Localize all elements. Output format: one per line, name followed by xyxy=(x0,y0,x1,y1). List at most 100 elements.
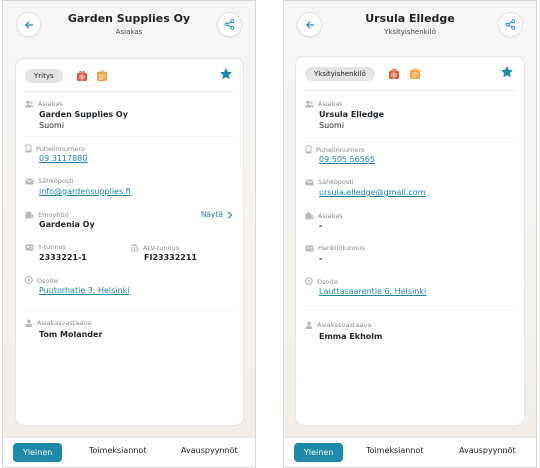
field-label: Puhelinnumero xyxy=(316,145,365,154)
field-label: ALV-tunnus xyxy=(143,243,180,252)
field-label: Asiakas xyxy=(318,100,343,108)
page-title: Garden Supplies Oy xyxy=(67,12,191,25)
field-sahkoposti: Sähköposti info@gardensupplies.fi xyxy=(25,177,234,199)
share-icon xyxy=(224,19,235,30)
id-card-icon xyxy=(25,244,34,250)
account-manager: Emma Ekholm xyxy=(319,332,383,341)
linked-customer: - xyxy=(319,221,323,230)
page-title: Ursula Elledge xyxy=(365,12,455,25)
location-pin-icon xyxy=(25,276,33,284)
building-icon xyxy=(305,212,314,220)
tab-toimeksiannot[interactable]: Toimeksiannot xyxy=(366,446,423,455)
customer-country: Suomi xyxy=(319,121,345,130)
phone-icon xyxy=(305,145,312,154)
tab-yleinen[interactable]: Yleinen xyxy=(294,443,344,462)
field-emoyhtio: Emoyhtiö Gardenia Oy Näytä xyxy=(25,210,234,232)
share-button[interactable] xyxy=(217,12,242,37)
tab-avauspyynnot[interactable]: Avauspyynnöt xyxy=(459,446,516,455)
field-puhelinnumero: Puhelinnumero 09 505 56565 xyxy=(305,145,515,167)
back-button[interactable] xyxy=(297,12,322,37)
field-label: Asiakasvastaava xyxy=(37,319,92,327)
field-osoite: Osoite Puutorhatie 3, Helsinki xyxy=(25,276,234,298)
bank-icon xyxy=(130,243,139,252)
field-osoite: Osoite Lauttasaarentie 6, Helsinki xyxy=(305,277,515,299)
divider xyxy=(305,310,515,311)
business-id: 2333221-1 xyxy=(39,253,87,262)
share-button[interactable] xyxy=(498,12,523,37)
field-label: Asiakasvastaava xyxy=(317,321,372,329)
person-icon xyxy=(305,321,313,329)
address-link[interactable]: Lauttasaarentie 6, Helsinki xyxy=(319,287,426,296)
field-label: Emoyhtiö xyxy=(38,210,69,219)
people-icon xyxy=(305,100,314,108)
type-badge: Yksityishenkilö xyxy=(305,67,375,81)
customer-card: Yksityishenkilö Asiakas Ursula Elledge S… xyxy=(295,56,525,426)
parent-company: Gardenia Oy xyxy=(39,220,95,229)
personal-id: - xyxy=(319,254,323,263)
show-parent-link[interactable]: Näytä xyxy=(201,210,234,219)
field-label: Puhelinnumero xyxy=(36,144,85,153)
back-arrow-icon xyxy=(305,21,314,28)
phone-link[interactable]: 09 3117880 xyxy=(39,154,87,163)
field-alv-tunnus: ALV-tunnus FI23332211 xyxy=(130,243,234,265)
bottom-tab-bar: Yleinen Toimeksiannot Avauspyynnöt xyxy=(3,437,255,467)
field-asiakasvastaava: Asiakasvastaava Tom Molander xyxy=(25,319,234,341)
gift-badge-icon xyxy=(77,71,87,81)
tab-avauspyynnot[interactable]: Avauspyynnöt xyxy=(181,446,238,455)
field-ytunnus: Y-tunnus 2333221-1 xyxy=(25,243,125,265)
divider xyxy=(25,91,234,92)
email-link[interactable]: ursula.elledge@gmail.com xyxy=(319,188,425,197)
account-manager: Tom Molander xyxy=(39,330,103,339)
bottom-tab-bar: Yleinen Toimeksiannot Avauspyynnöt xyxy=(284,437,536,467)
field-henkilotunnus: Henkilötunnus - xyxy=(305,244,515,266)
gift-badge-icon xyxy=(389,69,399,79)
field-asiakas-secondary: Asiakas - xyxy=(305,211,515,233)
customer-name: Ursula Elledge xyxy=(319,110,385,119)
divider xyxy=(25,309,234,310)
tab-yleinen[interactable]: Yleinen xyxy=(13,443,63,462)
field-puhelinnumero: Puhelinnumero 09 3117880 xyxy=(25,144,234,166)
customer-country: Suomi xyxy=(39,121,65,130)
phone-link[interactable]: 09 505 56565 xyxy=(319,155,375,164)
customer-name: Garden Supplies Oy xyxy=(39,110,128,119)
field-label: Asiakas xyxy=(38,100,63,108)
customer-screen-private: Ursula Elledge Yksityishenkilö Yksityish… xyxy=(283,0,537,468)
field-label: Henkilötunnus xyxy=(318,244,365,252)
building-icon xyxy=(25,211,34,219)
page-subtitle: Yksityishenkilö xyxy=(384,28,436,36)
field-label: Sähköposti xyxy=(38,177,74,185)
favorite-star-icon[interactable] xyxy=(219,67,233,81)
document-badge-icon xyxy=(410,68,420,79)
field-asiakasvastaava: Asiakasvastaava Emma Ekholm xyxy=(305,321,515,343)
document-badge-icon xyxy=(97,70,107,81)
field-sahkoposti: Sähköposti ursula.elledge@gmail.com xyxy=(305,178,515,200)
id-card-icon xyxy=(305,245,314,251)
person-icon xyxy=(25,319,33,327)
chevron-right-icon xyxy=(227,210,233,219)
divider xyxy=(305,90,515,91)
field-label: Sähköposti xyxy=(318,178,354,186)
email-icon xyxy=(25,178,34,184)
address-link[interactable]: Puutorhatie 3, Helsinki xyxy=(39,286,129,295)
tab-toimeksiannot[interactable]: Toimeksiannot xyxy=(89,446,146,455)
back-button[interactable] xyxy=(16,12,41,37)
field-label: Osoite xyxy=(317,277,338,286)
field-label: Asiakas xyxy=(318,211,343,220)
field-asiakas: Asiakas Ursula Elledge Suomi xyxy=(305,100,515,130)
phone-icon xyxy=(25,144,32,153)
email-icon xyxy=(305,179,314,185)
field-asiakas: Asiakas Garden Supplies Oy Suomi xyxy=(25,100,234,130)
email-link[interactable]: info@gardensupplies.fi xyxy=(39,187,131,196)
customer-screen-company: Garden Supplies Oy Asiakas Yritys Asiaka… xyxy=(2,0,256,468)
divider xyxy=(305,137,515,138)
page-subtitle: Asiakas xyxy=(115,28,143,36)
type-badge: Yritys xyxy=(25,69,63,83)
customer-card: Yritys Asiakas Garden Supplies Oy Suomi … xyxy=(15,58,244,426)
favorite-star-icon[interactable] xyxy=(500,65,514,79)
field-label: Y-tunnus xyxy=(38,243,66,251)
back-arrow-icon xyxy=(24,21,33,28)
share-icon xyxy=(505,19,516,30)
location-pin-icon xyxy=(305,277,313,285)
header: Garden Supplies Oy Asiakas xyxy=(3,1,255,51)
people-icon xyxy=(25,100,34,108)
